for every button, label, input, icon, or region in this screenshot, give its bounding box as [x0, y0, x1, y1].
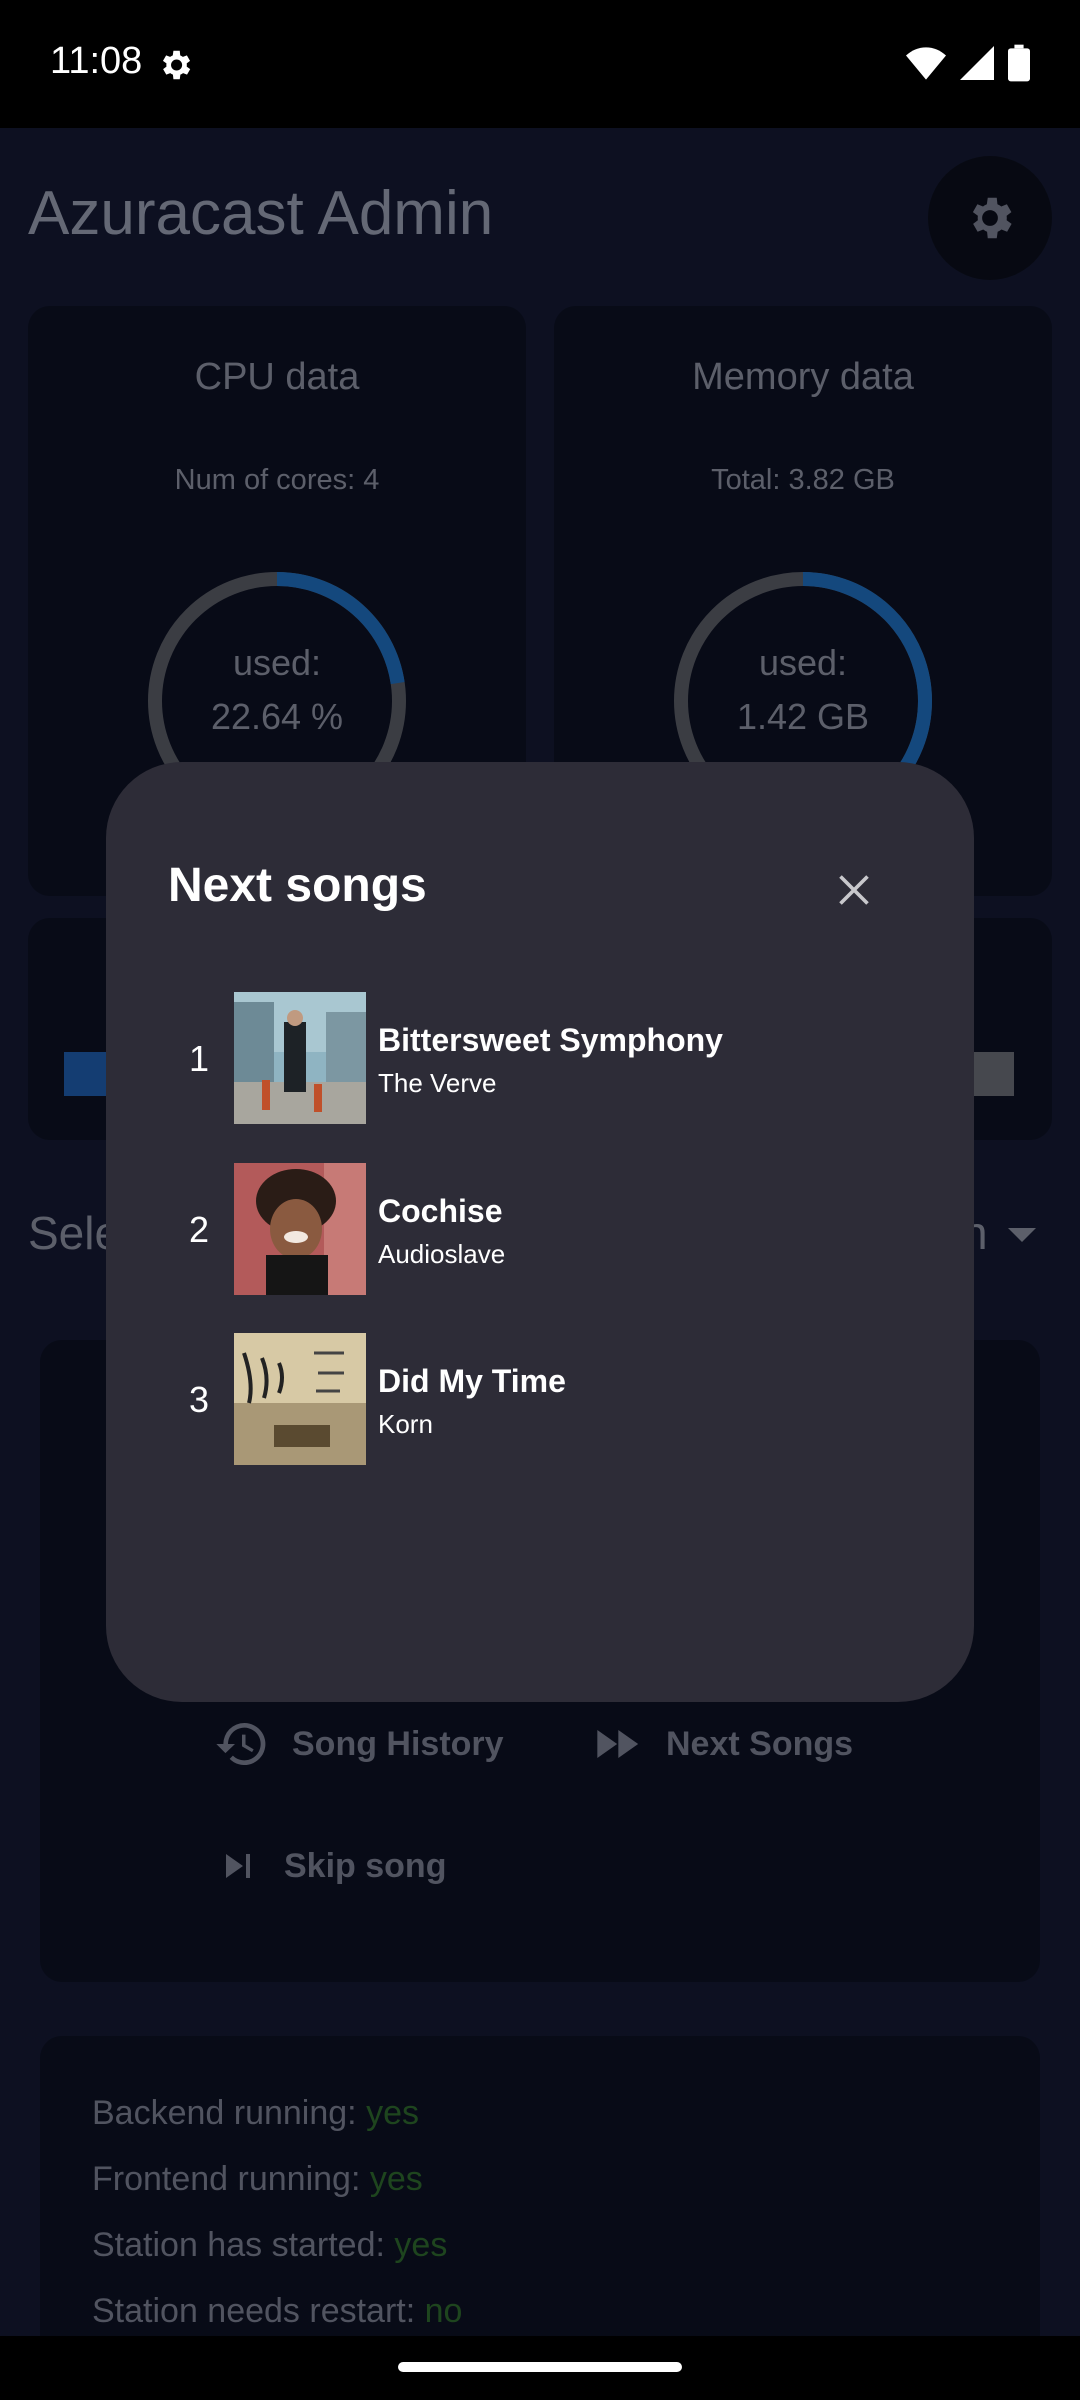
song-title: Cochise: [378, 1193, 503, 1229]
song-artist: Audioslave: [378, 1239, 506, 1269]
song-artist: Korn: [378, 1409, 433, 1439]
home-gesture-handle[interactable]: [398, 2362, 682, 2372]
list-item[interactable]: 3 Did My Time Korn: [106, 1333, 974, 1465]
song-title: Bittersweet Symphony: [378, 1022, 723, 1058]
list-item[interactable]: 1 Bittersweet Symphony The Verve: [106, 992, 974, 1124]
song-title: Did My Time: [378, 1363, 566, 1399]
battery-icon: [1008, 44, 1030, 82]
album-art: [234, 1163, 366, 1295]
status-bar: 11:08: [0, 0, 1080, 128]
song-artist: The Verve: [378, 1068, 497, 1098]
dialog-title: Next songs: [168, 859, 427, 912]
list-item[interactable]: 2 Cochise Audioslave: [106, 1163, 974, 1295]
song-number: 1: [188, 1038, 210, 1079]
album-art: [234, 1333, 366, 1465]
next-songs-dialog: Next songs 1 Bittersweet Symphony The Ve…: [106, 762, 974, 1702]
status-time: 11:08: [50, 40, 143, 82]
song-number: 3: [188, 1379, 210, 1420]
album-art: [234, 992, 366, 1124]
settings-status-icon: [162, 50, 191, 80]
song-number: 2: [188, 1209, 210, 1250]
wifi-icon: [906, 47, 946, 80]
close-button[interactable]: [826, 862, 882, 918]
cell-signal-icon: [960, 46, 994, 80]
close-icon: [839, 875, 869, 905]
